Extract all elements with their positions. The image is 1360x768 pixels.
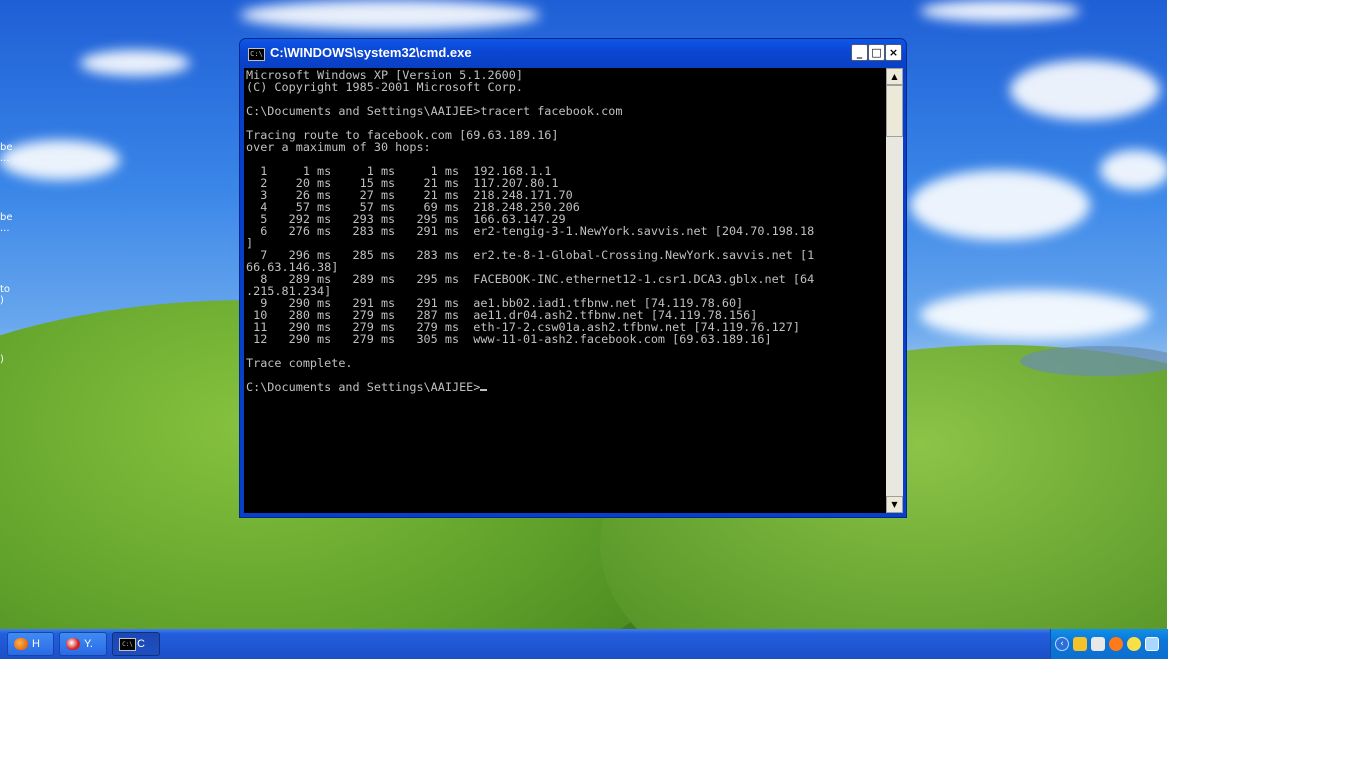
vertical-scrollbar[interactable]: ▲ ▼ [886,68,903,513]
minimize-button[interactable]: _ [851,44,868,61]
cloud [910,170,1090,240]
maximize-button[interactable]: □ [868,44,885,61]
taskbar: H Y. C:\ C [0,629,1167,659]
cloud [1100,150,1167,190]
scroll-down-icon[interactable]: ▼ [886,496,903,513]
window-title: C:\WINDOWS\system32\cmd.exe [270,45,472,60]
taskbar-button-label: C [137,638,145,650]
console-text: Microsoft Windows XP [Version 5.1.2600] … [246,68,815,394]
browser-icon [66,638,80,650]
text-cursor [480,389,488,391]
cloud [0,140,120,180]
taskbar-button-label: H [32,638,40,650]
close-button[interactable]: × [885,44,902,61]
monitor-icon[interactable] [1091,637,1105,651]
distant-mountains [1020,346,1167,376]
chevron-left-icon[interactable]: ‹ [1055,637,1069,651]
taskbar-button-cmd[interactable]: C:\ C [112,632,160,656]
cmd-window[interactable]: C:\ C:\WINDOWS\system32\cmd.exe _ □ × Mi… [239,38,907,518]
system-tray: ‹ [1050,629,1168,659]
notification-icon[interactable] [1127,637,1141,651]
desktop-icon-label[interactable]: ) [0,354,4,365]
taskbar-button-firefox[interactable]: H [7,632,54,656]
network-icon[interactable] [1145,637,1159,651]
taskbar-button-label: Y. [84,638,93,650]
title-bar[interactable]: C:\ C:\WINDOWS\system32\cmd.exe _ □ × [240,39,906,68]
cloud [920,290,1150,340]
scrollbar-thumb[interactable] [886,85,903,137]
desktop-icon-label[interactable]: be ... [0,212,13,234]
desktop-icon-label[interactable]: to ) [0,284,10,306]
cloud [1010,60,1160,120]
cloud [240,0,540,30]
cloud [920,0,1080,22]
taskbar-button-browser[interactable]: Y. [59,632,107,656]
desktop-icon-label[interactable]: be ... [0,142,13,164]
cmd-icon: C:\ [119,638,136,651]
security-shield-icon[interactable] [1073,637,1087,651]
console-output[interactable]: Microsoft Windows XP [Version 5.1.2600] … [244,68,886,513]
update-icon[interactable] [1109,637,1123,651]
cloud [80,50,190,76]
scroll-up-icon[interactable]: ▲ [886,68,903,85]
firefox-icon [14,638,28,650]
cmd-icon[interactable]: C:\ [248,48,265,61]
